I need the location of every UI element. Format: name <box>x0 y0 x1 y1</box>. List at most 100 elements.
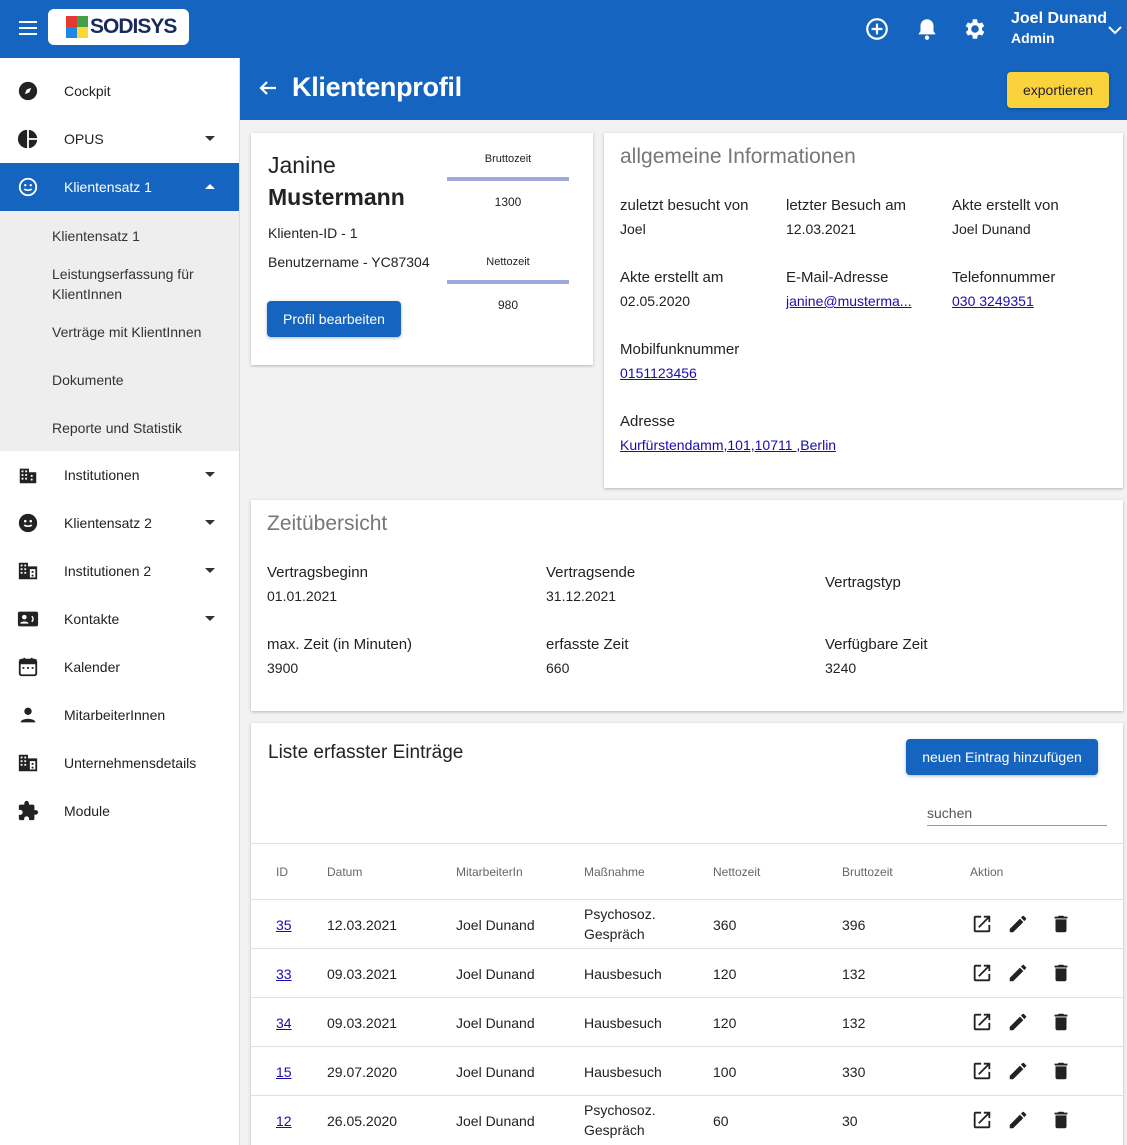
address-link[interactable]: Kurfürstendamm,101,10711 ,Berlin <box>620 437 836 453</box>
row-divider <box>251 997 1123 998</box>
max-time-value: 3900 <box>267 660 299 676</box>
pencil-icon[interactable] <box>1007 913 1029 935</box>
column-header-gross-time[interactable]: Bruttozeit <box>842 865 893 879</box>
column-header-date[interactable]: Datum <box>327 865 362 879</box>
logo[interactable]: SODISYS <box>48 9 189 45</box>
smiley-icon <box>18 177 38 197</box>
trash-icon[interactable] <box>1050 913 1072 935</box>
entry-net-time: 60 <box>713 1112 729 1129</box>
user-name: Joel Dunand <box>1011 10 1108 27</box>
entry-id-link[interactable]: 12 <box>276 1111 292 1131</box>
phone-link[interactable]: 030 3249351 <box>952 293 1034 309</box>
divider <box>251 899 1123 900</box>
entry-gross-time: 30 <box>842 1112 858 1129</box>
entry-id-link[interactable]: 34 <box>276 1013 292 1033</box>
subnav-item-dokumente[interactable]: Dokumente <box>52 370 124 390</box>
sidebar: Klientensatz 1 Leistungserfassung für Kl… <box>0 58 240 1145</box>
add-circle-icon[interactable] <box>864 16 890 42</box>
available-time-value: 3240 <box>825 660 857 676</box>
client-username: Benutzername - YC87304 <box>268 254 430 270</box>
pencil-icon[interactable] <box>1007 1109 1029 1131</box>
sidebar-item-institutionen[interactable]: Institutionen <box>0 451 239 499</box>
column-header-staff[interactable]: MitarbeiterIn <box>456 865 523 879</box>
puzzle-icon <box>18 800 39 821</box>
column-header-net-time[interactable]: Nettozeit <box>713 865 760 879</box>
entry-measure: Psychosoz. <box>584 1102 656 1118</box>
last-visited-by-label: zuletzt besucht von <box>620 197 749 214</box>
gear-icon[interactable] <box>962 16 988 42</box>
building-icon <box>18 562 38 580</box>
trash-icon[interactable] <box>1050 1011 1072 1033</box>
bell-icon[interactable] <box>914 16 940 42</box>
subnav-item-leistungserfassung[interactable]: Leistungserfassung für KlientInnen <box>52 264 222 304</box>
trash-icon[interactable] <box>1050 962 1072 984</box>
sidebar-item-module[interactable]: Module <box>0 787 239 835</box>
sidebar-item-label: Institutionen 2 <box>64 563 152 579</box>
subnav-item-vertraege[interactable]: Verträge mit KlientInnen <box>52 322 201 342</box>
mobile-link[interactable]: 0151123456 <box>620 365 697 381</box>
trash-icon[interactable] <box>1050 1109 1072 1131</box>
search-input[interactable] <box>927 800 1107 826</box>
created-by-label: Akte erstellt von <box>952 197 1059 214</box>
recorded-time-label: erfasste Zeit <box>546 636 629 653</box>
entry-id-link[interactable]: 33 <box>276 964 292 984</box>
sidebar-item-unternehmensdetails[interactable]: Unternehmensdetails <box>0 739 239 787</box>
phone-label: Telefonnummer <box>952 269 1056 286</box>
last-visited-by-value: Joel <box>620 221 646 237</box>
menu-icon[interactable] <box>16 17 40 41</box>
entry-id-link[interactable]: 15 <box>276 1062 292 1082</box>
column-header-measure[interactable]: Maßnahme <box>584 865 645 879</box>
entry-staff: Joel Dunand <box>456 916 535 933</box>
sidebar-item-klientensatz-2[interactable]: Klientensatz 2 <box>0 499 239 547</box>
logo-cube-icon <box>66 16 88 38</box>
column-header-id[interactable]: ID <box>276 865 288 879</box>
subnav-item-klientensatz-1[interactable]: Klientensatz 1 <box>52 226 140 246</box>
last-visit-value: 12.03.2021 <box>786 221 857 237</box>
sidebar-item-klientensatz-1[interactable]: Klientensatz 1 <box>0 163 239 211</box>
open-external-icon[interactable] <box>971 913 993 935</box>
entry-measure: Psychosoz. <box>584 906 656 922</box>
entry-id-link[interactable]: 35 <box>276 915 292 935</box>
entry-staff: Joel Dunand <box>456 1063 535 1080</box>
contract-start-label: Vertragsbeginn <box>267 564 368 581</box>
sidebar-item-kalender[interactable]: Kalender <box>0 643 239 691</box>
entry-net-time: 120 <box>713 965 737 982</box>
open-external-icon[interactable] <box>971 1060 993 1082</box>
sidebar-item-label: Kalender <box>64 659 121 675</box>
contract-start-value: 01.01.2021 <box>267 588 338 604</box>
pencil-icon[interactable] <box>1007 962 1029 984</box>
calendar-icon <box>18 657 38 677</box>
created-on-value: 02.05.2020 <box>620 293 691 309</box>
sidebar-item-label: Unternehmensdetails <box>64 755 197 771</box>
sidebar-item-opus[interactable]: OPUS <box>0 115 239 163</box>
sidebar-item-cockpit[interactable]: Cockpit <box>0 67 239 115</box>
pencil-icon[interactable] <box>1007 1011 1029 1033</box>
open-external-icon[interactable] <box>971 1011 993 1033</box>
user-menu[interactable]: Joel Dunand Admin <box>1011 10 1107 46</box>
entry-net-time: 120 <box>713 1014 737 1031</box>
sidebar-item-institutionen-2[interactable]: Institutionen 2 <box>0 547 239 595</box>
sidebar-item-mitarbeiterinnen[interactable]: MitarbeiterInnen <box>0 691 239 739</box>
subnav-item-reporte[interactable]: Reporte und Statistik <box>52 418 182 438</box>
caret-down-icon <box>205 472 215 477</box>
open-external-icon[interactable] <box>971 962 993 984</box>
chevron-down-icon[interactable] <box>1107 24 1123 36</box>
recorded-time-value: 660 <box>546 660 570 676</box>
edit-profile-button[interactable]: Profil bearbeiten <box>267 301 401 337</box>
contract-type-label: Vertragstyp <box>825 574 901 591</box>
email-link[interactable]: janine@musterma... <box>786 293 916 309</box>
contract-end-value: 31.12.2021 <box>546 588 617 604</box>
open-external-icon[interactable] <box>971 1109 993 1131</box>
export-button[interactable]: exportieren <box>1007 72 1109 108</box>
entry-net-time: 100 <box>713 1063 737 1080</box>
sidebar-item-kontakte[interactable]: Kontakte <box>0 595 239 643</box>
pencil-icon[interactable] <box>1007 1060 1029 1082</box>
add-entry-button[interactable]: neuen Eintrag hinzufügen <box>906 739 1098 775</box>
caret-up-icon <box>205 184 215 189</box>
sidebar-item-label: MitarbeiterInnen <box>64 707 166 723</box>
building-icon <box>18 754 38 772</box>
netto-label: Nettozeit <box>486 256 530 268</box>
back-arrow-icon[interactable] <box>258 78 278 98</box>
trash-icon[interactable] <box>1050 1060 1072 1082</box>
sidebar-item-label: Cockpit <box>64 83 111 99</box>
